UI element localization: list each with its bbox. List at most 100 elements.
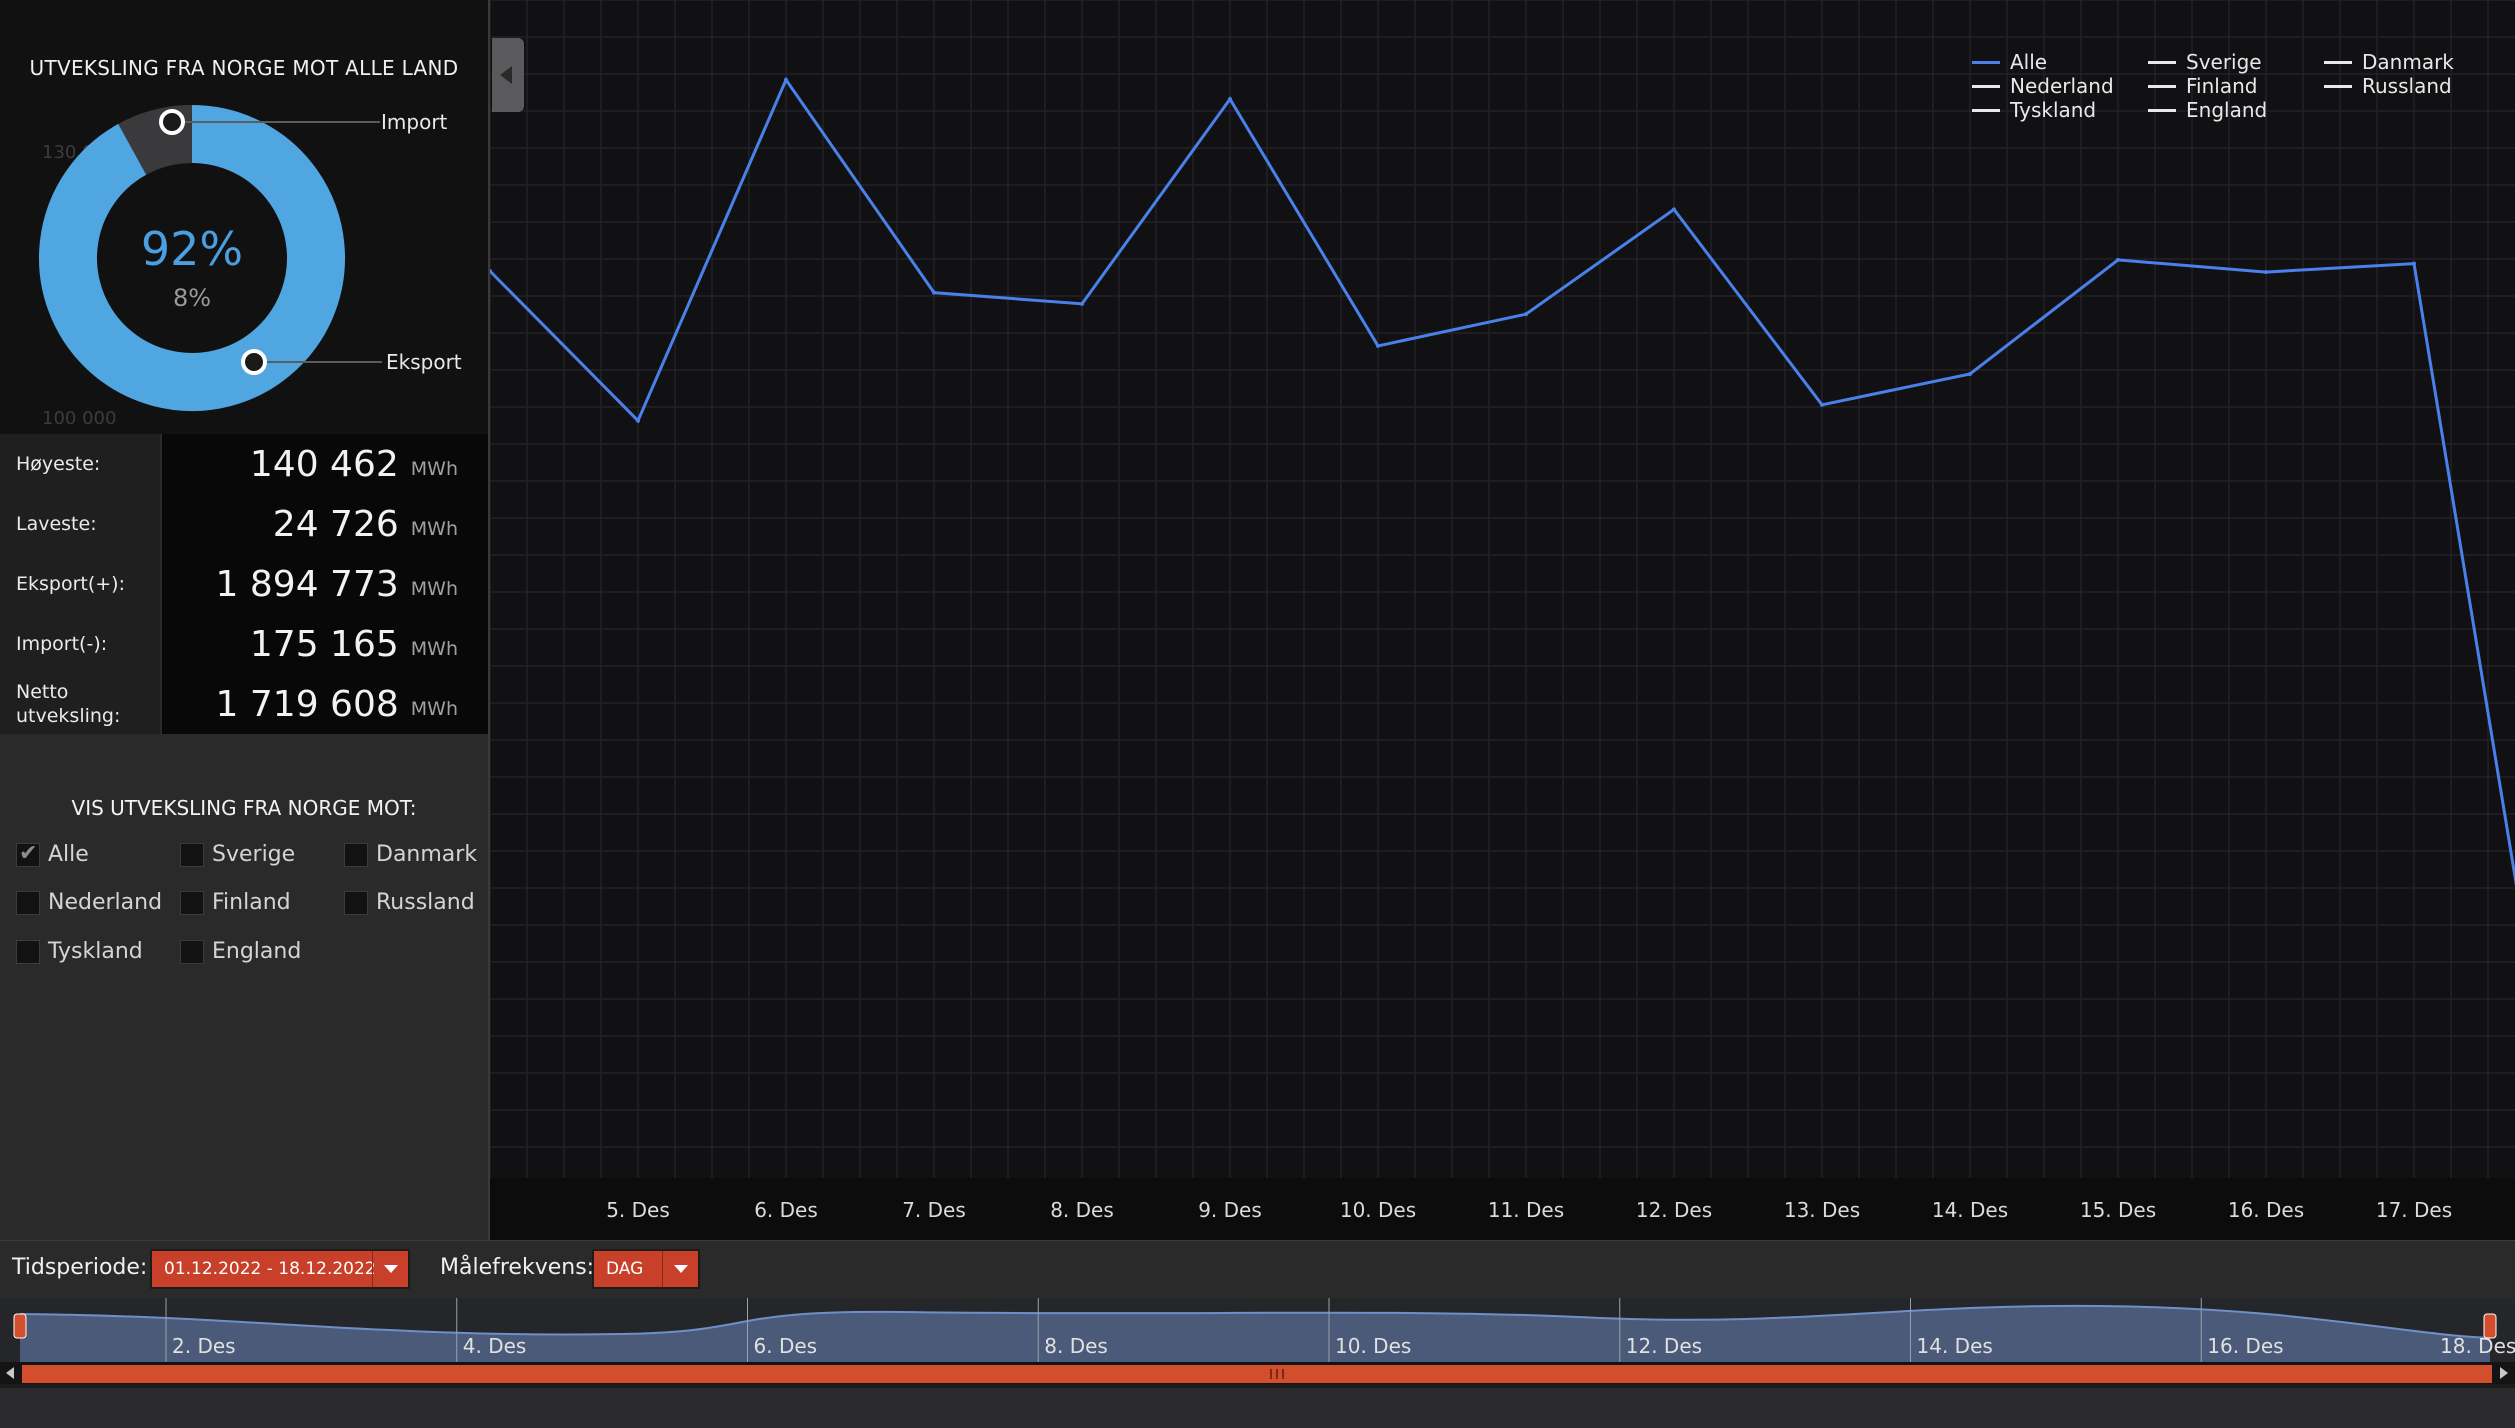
x-tick-label: 17. Des — [2375, 1198, 2453, 1222]
checkbox-label: Russland — [376, 890, 475, 915]
legend-label: Finland — [2186, 74, 2258, 98]
data-point-14-des — [1968, 371, 1972, 376]
legend-label: Tyskland — [2010, 98, 2097, 122]
data-point-6-des — [784, 77, 788, 82]
filter-checkbox-england[interactable]: England — [180, 939, 301, 964]
import-percentage: 8% — [172, 284, 212, 312]
data-point-11-des — [1524, 312, 1528, 317]
chart-canvas — [490, 0, 2515, 1240]
legend-item-england[interactable]: England — [2148, 98, 2267, 122]
data-point-12-des — [1672, 207, 1676, 212]
legend-item-finland[interactable]: Finland — [2148, 74, 2257, 98]
data-point-5-des — [636, 418, 640, 423]
navigator-tick-label: 18. Des — [2440, 1334, 2515, 1358]
left-panel: 130 000 100 000 UTVEKSLING FRA NORGE MOT… — [0, 0, 490, 1240]
legend-item-sverige[interactable]: Sverige — [2148, 50, 2262, 74]
stat-value: 175 165 — [249, 623, 399, 665]
donut-panel: 130 000 100 000 UTVEKSLING FRA NORGE MOT… — [0, 0, 488, 434]
range-navigator[interactable]: 2. Des 4. Des 6. Des 8. Des 10. Des 12. Des 14… — [0, 1298, 2515, 1428]
data-point-8-des — [1080, 301, 1084, 306]
donut-import-arc — [118, 105, 193, 176]
legend-item-nederland[interactable]: Nederland — [1972, 74, 2114, 98]
scrollbar-thumb[interactable] — [22, 1365, 2492, 1383]
navigator-tick-label: 16. Des — [2207, 1334, 2284, 1358]
exchange-line-chart: 5. Des 6. Des 7. Des 8. Des 9. Des 10. Des 11.… — [490, 0, 2515, 1240]
import-marker — [159, 109, 185, 135]
data-point-13-des — [1820, 402, 1824, 407]
checkbox-icon[interactable] — [344, 890, 368, 915]
stat-label: Netto utveksling: — [0, 674, 160, 734]
stat-label: Laveste: — [0, 494, 160, 554]
navigator-tick-label: 6. Des — [753, 1334, 818, 1358]
checkbox-icon[interactable] — [180, 939, 204, 964]
navigator-tick-label: 12. Des — [1625, 1334, 1703, 1358]
x-tick-label: 5. Des — [606, 1198, 670, 1222]
stat-label: Høyeste: — [0, 434, 160, 494]
legend-label: Alle — [2010, 50, 2048, 74]
filter-checkbox-nederland[interactable]: Nederland — [16, 890, 162, 915]
footer-strip — [0, 1388, 2515, 1428]
stat-value-cell: 175 165 MWh — [162, 614, 488, 674]
data-point-10-des — [1376, 343, 1380, 348]
checkbox-icon[interactable] — [16, 939, 40, 964]
legend-swatch — [2324, 60, 2352, 64]
chevron-down-icon — [372, 1251, 408, 1287]
legend-item-danmark[interactable]: Danmark — [2324, 50, 2454, 74]
legend-swatch — [2148, 84, 2176, 88]
filter-checkbox-danmark[interactable]: Danmark — [344, 842, 477, 867]
stat-unit: MWh — [410, 698, 458, 720]
legend-label: Danmark — [2362, 50, 2454, 74]
chart-legend: Alle Sverige Danmark Nederland Finland Russla… — [1972, 50, 2512, 130]
collapse-panel-toggle[interactable] — [492, 38, 524, 112]
checkbox-label: Sverige — [212, 842, 296, 867]
legend-item-russland[interactable]: Russland — [2324, 74, 2452, 98]
controls-bar: Tidsperiode: 01.12.2022 - 18.12.2022 Mål… — [0, 1240, 2515, 1304]
data-point-17-des — [2412, 261, 2416, 266]
stat-row: Netto utveksling: 1 719 608 MWh — [0, 674, 488, 734]
chart-grid — [490, 0, 2515, 1178]
export-percentage: 92% — [140, 222, 244, 276]
legend-label: Sverige — [2186, 50, 2262, 74]
import-label: Import — [381, 110, 448, 134]
stat-value-cell: 140 462 MWh — [162, 434, 488, 494]
period-label: Tidsperiode: — [12, 1255, 148, 1280]
stat-unit: MWh — [410, 638, 458, 660]
x-tick-label: 7. Des — [902, 1198, 966, 1222]
filter-checkbox-sverige[interactable]: Sverige — [180, 842, 295, 867]
filter-checkbox-finland[interactable]: Finland — [180, 890, 291, 915]
period-select[interactable]: 01.12.2022 - 18.12.2022 — [150, 1249, 410, 1289]
data-point-7-des — [932, 290, 936, 295]
x-tick-label: 10. Des — [1339, 1198, 1417, 1222]
frequency-value: DAG — [606, 1259, 644, 1279]
filter-checkbox-tyskland[interactable]: Tyskland — [16, 939, 143, 964]
stat-row: Laveste: 24 726 MWh — [0, 494, 488, 554]
frequency-select[interactable]: DAG — [592, 1249, 700, 1289]
x-tick-label: 12. Des — [1635, 1198, 1713, 1222]
legend-swatch — [1972, 60, 2000, 64]
navigator-scrollbar[interactable] — [0, 1362, 2515, 1384]
scroll-right-icon[interactable] — [2500, 1367, 2508, 1379]
checkbox-label: Tyskland — [48, 939, 143, 964]
legend-swatch — [1972, 84, 2000, 88]
x-tick-label: 14. Des — [1931, 1198, 2009, 1222]
filter-checkbox-alle[interactable]: Alle — [16, 841, 89, 867]
checkbox-icon[interactable] — [16, 841, 40, 867]
stat-unit: MWh — [410, 458, 458, 480]
navigator-tick-label: 4. Des — [462, 1334, 527, 1358]
legend-item-tyskland[interactable]: Tyskland — [1972, 98, 2096, 122]
chevron-down-icon — [662, 1251, 698, 1287]
x-tick-label: 8. Des — [1050, 1198, 1114, 1222]
filter-checkbox-russland[interactable]: Russland — [344, 890, 475, 915]
checkbox-label: England — [212, 939, 302, 964]
legend-swatch — [2148, 108, 2176, 112]
scroll-left-icon[interactable] — [6, 1367, 14, 1379]
navigator-tick-label: 14. Des — [1916, 1334, 1993, 1358]
stat-unit: MWh — [410, 578, 458, 600]
checkbox-icon[interactable] — [16, 890, 40, 915]
checkbox-icon[interactable] — [344, 842, 368, 867]
legend-item-alle[interactable]: Alle — [1972, 50, 2047, 74]
checkbox-icon[interactable] — [180, 890, 204, 915]
checkbox-icon[interactable] — [180, 842, 204, 867]
navigator-canvas — [0, 1298, 2515, 1362]
x-tick-label: 9. Des — [1198, 1198, 1262, 1222]
